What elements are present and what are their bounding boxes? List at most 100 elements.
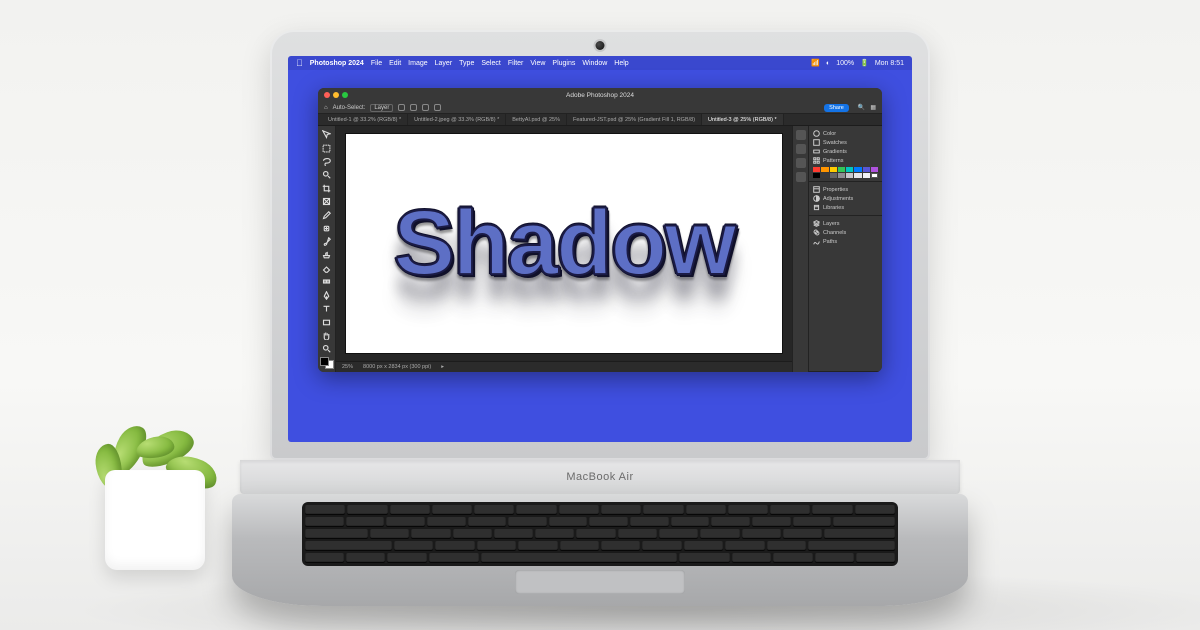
photoshop-document-tabs[interactable]: Untitled-1 @ 33.2% (RGB/8) * Untitled-2.… <box>318 114 882 126</box>
align-right-icon[interactable] <box>422 104 429 111</box>
photoshop-window-title: Adobe Photoshop 2024 <box>566 92 634 99</box>
photoshop-panel-dock[interactable]: Color Swatches Gradients Patterns <box>792 126 882 372</box>
hand-tool[interactable] <box>320 330 333 341</box>
menu-filter[interactable]: Filter <box>508 60 524 67</box>
panel-group-properties[interactable]: Properties Adjustments Libraries <box>809 182 882 216</box>
rectangle-tool[interactable] <box>320 316 333 327</box>
wifi-icon[interactable]: 📶 <box>811 59 820 67</box>
laptop-model-label: MacBook Air <box>240 460 960 494</box>
menubar-clock[interactable]: Mon 8:51 <box>875 60 904 67</box>
brush-tool[interactable] <box>320 236 333 247</box>
options-auto-select-mode[interactable]: Layer <box>370 104 393 112</box>
panel-icon[interactable] <box>796 172 806 182</box>
quick-select-tool[interactable] <box>320 169 333 180</box>
laptop-trackpad <box>515 570 685 594</box>
menubar-app-name[interactable]: Photoshop 2024 <box>310 60 364 67</box>
menu-file[interactable]: File <box>371 60 382 67</box>
home-icon[interactable]: ⌂ <box>324 105 328 111</box>
window-traffic-lights[interactable] <box>324 92 348 98</box>
lasso-tool[interactable] <box>320 156 333 167</box>
panel-icon[interactable] <box>796 158 806 168</box>
menu-layer[interactable]: Layer <box>435 60 453 67</box>
panel-group-color[interactable]: Color Swatches Gradients Patterns <box>809 126 882 182</box>
document-tab[interactable]: Featured-JST.psd @ 25% (Gradient Fill 1,… <box>567 114 702 125</box>
menu-help[interactable]: Help <box>614 60 628 67</box>
color-icon <box>813 130 820 137</box>
zoom-tool[interactable] <box>320 343 333 354</box>
options-auto-select-label: Auto-Select: <box>333 105 366 111</box>
zoom-icon[interactable] <box>342 92 348 98</box>
document-tab[interactable]: Untitled-2.jpeg @ 33.3% (RGB/8) * <box>408 114 506 125</box>
pen-tool[interactable] <box>320 290 333 301</box>
menu-view[interactable]: View <box>530 60 545 67</box>
control-center-icon[interactable]: ◐ <box>826 60 830 67</box>
panel-tab-color[interactable]: Color <box>823 131 836 137</box>
healing-brush-tool[interactable] <box>320 223 333 234</box>
canvas-text-shadow[interactable]: Shadow <box>394 191 735 296</box>
workspace-icon[interactable]: ▦ <box>870 104 876 111</box>
layers-icon <box>813 220 820 227</box>
laptop-lid:  Photoshop 2024 File Edit Image Layer T… <box>270 30 930 460</box>
battery-percent[interactable]: 100% <box>836 60 854 67</box>
eyedropper-tool[interactable] <box>320 209 333 220</box>
foreground-background-colors[interactable] <box>320 357 334 369</box>
align-left-icon[interactable] <box>398 104 405 111</box>
photoshop-status-bar[interactable]: 25% 8000 px x 2834 px (300 ppi) ▸ <box>336 361 792 372</box>
menu-image[interactable]: Image <box>408 60 427 67</box>
menu-plugins[interactable]: Plugins <box>552 60 575 67</box>
properties-icon <box>813 186 820 193</box>
panel-tab-gradients[interactable]: Gradients <box>823 149 847 155</box>
frame-tool[interactable] <box>320 196 333 207</box>
laptop-screen:  Photoshop 2024 File Edit Image Layer T… <box>288 56 912 442</box>
status-doc-info: 8000 px x 2834 px (300 ppi) <box>363 364 431 370</box>
align-center-icon[interactable] <box>410 104 417 111</box>
crop-tool[interactable] <box>320 183 333 194</box>
photoshop-options-bar[interactable]: ⌂ Auto-Select: Layer Share 🔍 ▦ <box>318 102 882 114</box>
minimize-icon[interactable] <box>333 92 339 98</box>
photoshop-titlebar[interactable]: Adobe Photoshop 2024 <box>318 88 882 102</box>
document-tab[interactable]: Untitled-1 @ 33.2% (RGB/8) * <box>322 114 408 125</box>
webcam <box>596 41 605 50</box>
panel-tab-patterns[interactable]: Patterns <box>823 158 843 164</box>
panel-tab-paths[interactable]: Paths <box>823 239 837 245</box>
close-icon[interactable] <box>324 92 330 98</box>
share-button[interactable]: Share <box>824 104 849 112</box>
photoshop-toolbar[interactable] <box>318 126 336 372</box>
adjustments-icon <box>813 195 820 202</box>
paths-icon <box>813 238 820 245</box>
macos-menubar[interactable]:  Photoshop 2024 File Edit Image Layer T… <box>288 56 912 70</box>
panel-tab-properties[interactable]: Properties <box>823 187 848 193</box>
photoshop-canvas[interactable]: Shadow <box>346 134 782 353</box>
apple-menu-icon[interactable]:  <box>296 58 303 68</box>
menu-edit[interactable]: Edit <box>389 60 401 67</box>
plant-pot <box>105 470 205 570</box>
panel-tab-swatches[interactable]: Swatches <box>823 140 847 146</box>
panel-tab-layers[interactable]: Layers <box>823 221 840 227</box>
chevron-right-icon[interactable]: ▸ <box>441 364 444 370</box>
search-icon[interactable]: 🔍 <box>858 104 865 111</box>
panel-tab-libraries[interactable]: Libraries <box>823 205 844 211</box>
document-tab[interactable]: BettyAI.psd @ 25% <box>506 114 567 125</box>
panel-icon[interactable] <box>796 144 806 154</box>
document-tab-active[interactable]: Untitled-3 @ 25% (RGB/8) * <box>702 114 784 125</box>
photoshop-canvas-area[interactable]: Shadow <box>336 126 792 361</box>
distribute-icon[interactable] <box>434 104 441 111</box>
gradient-tool[interactable] <box>320 276 333 287</box>
type-tool[interactable] <box>320 303 333 314</box>
status-zoom[interactable]: 25% <box>342 364 353 370</box>
swatches-grid[interactable] <box>813 167 878 178</box>
panel-tab-adjustments[interactable]: Adjustments <box>823 196 853 202</box>
eraser-tool[interactable] <box>320 263 333 274</box>
panel-icon[interactable] <box>796 130 806 140</box>
panel-tab-channels[interactable]: Channels <box>823 230 846 236</box>
marquee-tool[interactable] <box>320 142 333 153</box>
collapsed-panel-strip[interactable] <box>793 126 809 372</box>
menu-window[interactable]: Window <box>582 60 607 67</box>
menu-select[interactable]: Select <box>481 60 500 67</box>
clone-stamp-tool[interactable] <box>320 250 333 261</box>
laptop:  Photoshop 2024 File Edit Image Layer T… <box>240 30 960 610</box>
panel-group-layers[interactable]: Layers Channels Paths <box>809 216 882 372</box>
menu-type[interactable]: Type <box>459 60 474 67</box>
move-tool[interactable] <box>320 129 333 140</box>
battery-icon[interactable]: 🔋 <box>860 59 869 67</box>
